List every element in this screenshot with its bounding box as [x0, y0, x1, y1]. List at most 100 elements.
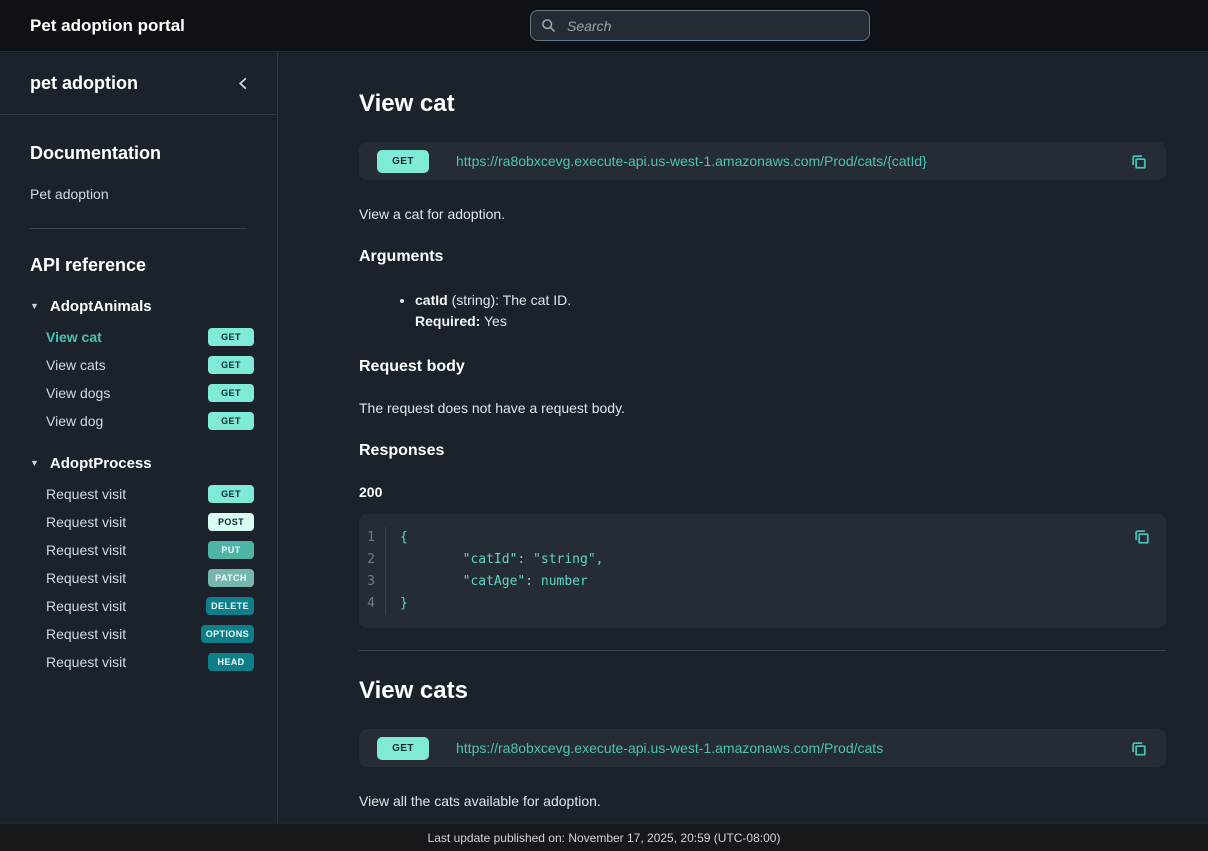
endpoint-bar-view-cat: GET https://ra8obxcevg.execute-api.us-we…: [359, 142, 1166, 180]
chevron-left-icon: [236, 76, 251, 91]
method-badge: PATCH: [208, 569, 254, 587]
method-badge: GET: [208, 384, 254, 402]
sidebar-item-request-visit-delete[interactable]: Request visit DELETE: [30, 592, 261, 620]
sidebar-item-view-cat[interactable]: View cat GET: [30, 323, 261, 351]
caret-down-icon: ▼: [30, 302, 39, 311]
sidebar-item-request-visit-patch[interactable]: Request visit PATCH: [30, 564, 261, 592]
method-badge: GET: [208, 412, 254, 430]
search-box[interactable]: [530, 10, 870, 41]
code-line: 3 "catAge": number: [359, 571, 1150, 593]
method-badge: HEAD: [208, 653, 254, 671]
sidebar-title: pet adoption: [30, 73, 138, 94]
search-input[interactable]: [565, 17, 859, 35]
sidebar-item-request-visit-options[interactable]: Request visit OPTIONS: [30, 620, 261, 648]
request-body-text: The request does not have a request body…: [359, 400, 1166, 416]
sidebar-item-request-visit-head[interactable]: Request visit HEAD: [30, 648, 261, 676]
caret-down-icon: ▼: [30, 459, 39, 468]
arguments-list: catId (string): The cat ID. Required: Ye…: [359, 290, 1166, 332]
operation-divider: [359, 650, 1166, 651]
nav-label[interactable]: Request visit: [46, 486, 126, 502]
search-icon: [541, 18, 556, 33]
code-line: 2 "catId": "string",: [359, 549, 1150, 571]
sidebar-body: Documentation Pet adoption API reference…: [0, 115, 277, 676]
request-body-heading: Request body: [359, 358, 1166, 376]
endpoint-url-link[interactable]: https://ra8obxcevg.execute-api.us-west-1…: [456, 740, 883, 756]
method-badge: OPTIONS: [201, 625, 254, 643]
method-badge: GET: [208, 328, 254, 346]
method-badge: DELETE: [206, 597, 254, 615]
argument-desc: (string): The cat ID.: [448, 292, 571, 308]
group-label: AdoptProcess: [50, 455, 152, 472]
method-badge: POST: [208, 513, 254, 531]
footer-bar: Last update published on: November 17, 2…: [0, 823, 1208, 851]
group-adopt-process[interactable]: ▼ AdoptProcess: [30, 455, 261, 472]
method-badge: GET: [208, 356, 254, 374]
code-line: 4}: [359, 593, 1150, 615]
argument-name: catId: [415, 292, 448, 308]
code-text: }: [386, 593, 408, 615]
argument-required-label: Required:: [415, 313, 480, 329]
method-badge: PUT: [208, 541, 254, 559]
nav-label[interactable]: Request visit: [46, 542, 126, 558]
method-badge: GET: [377, 737, 429, 760]
sidebar-item-pet-adoption[interactable]: Pet adoption: [30, 186, 261, 202]
sidebar-item-request-visit-put[interactable]: Request visit PUT: [30, 536, 261, 564]
operation-title-view-cats: View cats: [359, 677, 1166, 705]
code-line: 1{: [359, 527, 1150, 549]
nav-label[interactable]: Request visit: [46, 598, 126, 614]
copy-url-button[interactable]: [1129, 739, 1148, 758]
response-code-block: 1{ 2 "catId": "string", 3 "catAge": numb…: [359, 514, 1166, 628]
responses-heading: Responses: [359, 442, 1166, 460]
nav-label[interactable]: View dog: [46, 413, 103, 429]
sidebar-item-view-dogs[interactable]: View dogs GET: [30, 379, 261, 407]
line-number: 4: [359, 593, 386, 615]
app-title: Pet adoption portal: [30, 16, 185, 36]
response-status-code: 200: [359, 484, 1166, 500]
sidebar-item-request-visit-post[interactable]: Request visit POST: [30, 508, 261, 536]
operation-description: View a cat for adoption.: [359, 206, 1166, 222]
copy-icon: [1129, 152, 1148, 171]
code-text: "catAge": number: [386, 571, 588, 593]
main-content: View cat GET https://ra8obxcevg.execute-…: [278, 52, 1208, 823]
nav-label[interactable]: Request visit: [46, 570, 126, 586]
code-text: {: [386, 527, 408, 549]
method-badge: GET: [377, 150, 429, 173]
nav-label[interactable]: View dogs: [46, 385, 110, 401]
copy-icon: [1129, 739, 1148, 758]
nav-label[interactable]: Request visit: [46, 626, 126, 642]
sidebar-item-request-visit-get[interactable]: Request visit GET: [30, 480, 261, 508]
endpoint-bar-view-cats: GET https://ra8obxcevg.execute-api.us-we…: [359, 729, 1166, 767]
sidebar-header: pet adoption: [0, 52, 277, 115]
copy-icon: [1132, 527, 1151, 546]
operation-title-view-cat: View cat: [359, 90, 1166, 118]
top-bar: Pet adoption portal: [0, 0, 1208, 52]
content-shell: pet adoption Documentation Pet adoption …: [0, 52, 1208, 823]
line-number: 2: [359, 549, 386, 571]
sidebar-divider: [30, 228, 247, 229]
line-number: 3: [359, 571, 386, 593]
last-update-text: Last update published on: November 17, 2…: [428, 831, 781, 845]
endpoint-url-link[interactable]: https://ra8obxcevg.execute-api.us-west-1…: [456, 153, 927, 169]
sidebar-item-view-dog[interactable]: View dog GET: [30, 407, 261, 435]
collapse-sidebar-button[interactable]: [234, 74, 253, 93]
copy-code-button[interactable]: [1132, 527, 1151, 546]
documentation-heading: Documentation: [30, 143, 261, 164]
code-text: "catId": "string",: [386, 549, 604, 571]
nav-label[interactable]: Request visit: [46, 654, 126, 670]
api-reference-heading: API reference: [30, 255, 261, 276]
argument-required-value: Yes: [484, 313, 507, 329]
sidebar: pet adoption Documentation Pet adoption …: [0, 52, 278, 823]
line-number: 1: [359, 527, 386, 549]
operation-description: View all the cats available for adoption…: [359, 793, 1166, 809]
nav-label[interactable]: View cats: [46, 357, 106, 373]
nav-label[interactable]: Request visit: [46, 514, 126, 530]
nav-label[interactable]: View cat: [46, 329, 102, 345]
argument-item: catId (string): The cat ID. Required: Ye…: [415, 290, 1166, 332]
app-window: Pet adoption portal pet adoption Documen…: [0, 0, 1208, 851]
sidebar-item-view-cats[interactable]: View cats GET: [30, 351, 261, 379]
group-label: AdoptAnimals: [50, 298, 152, 315]
group-adopt-animals[interactable]: ▼ AdoptAnimals: [30, 298, 261, 315]
copy-url-button[interactable]: [1129, 152, 1148, 171]
arguments-heading: Arguments: [359, 248, 1166, 266]
method-badge: GET: [208, 485, 254, 503]
